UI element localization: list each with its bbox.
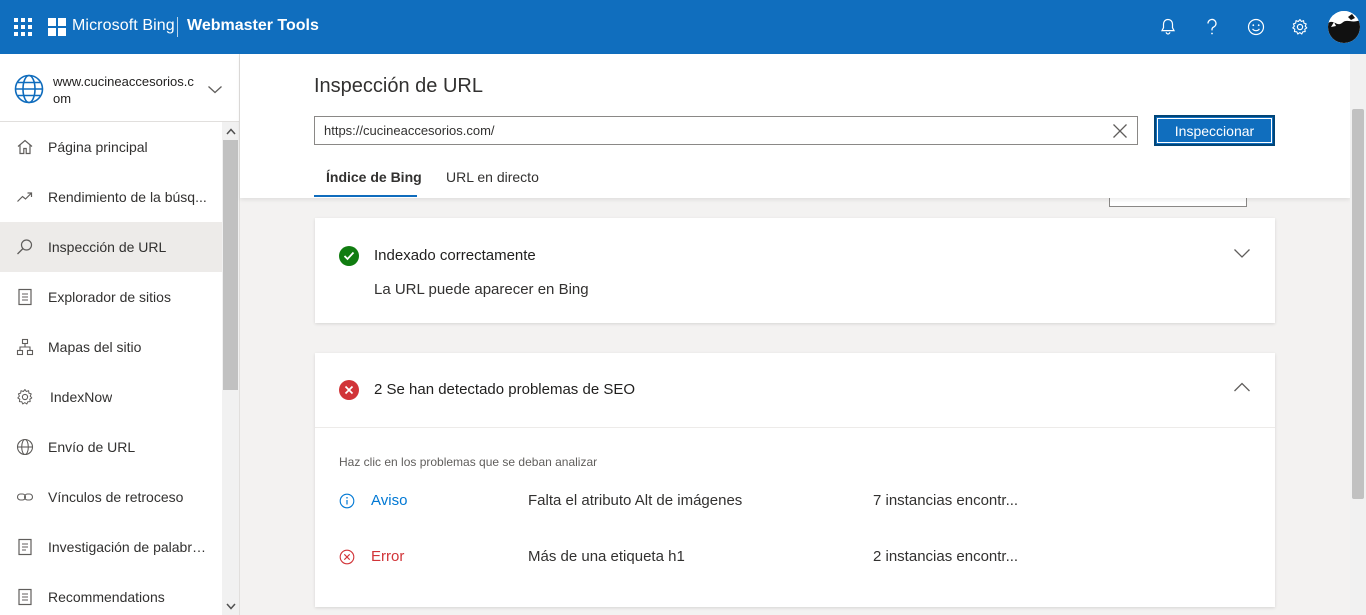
close-icon[interactable] [1110, 121, 1130, 141]
chevron-up-icon[interactable] [1233, 380, 1251, 392]
site-name: www.cucineaccesorios.com [53, 74, 194, 106]
index-status-subtitle: La URL puede aparecer en Bing [374, 281, 589, 298]
main-scrollbar[interactable] [1350, 54, 1366, 615]
sidebar-item-label: Explorador de sitios [48, 289, 171, 305]
inspect-button[interactable]: Inspeccionar [1154, 115, 1275, 146]
sidebar-scrollbar[interactable] [222, 122, 239, 615]
chevron-down-icon[interactable] [1233, 246, 1251, 258]
sidebar-item-label: Inspección de URL [48, 239, 167, 255]
sidebar-item-backlinks[interactable]: Vínculos de retroceso [0, 472, 222, 522]
site-selector[interactable]: www.cucineaccesorios.com [0, 54, 239, 122]
scrollbar-thumb[interactable] [1352, 109, 1364, 499]
home-icon [16, 138, 34, 156]
issue-row[interactable]: Error Más de una etiqueta h1 2 instancia… [315, 546, 1275, 572]
seo-issues-card: 2 Se han detectado problemas de SEO Haz … [315, 353, 1275, 607]
gear-icon [16, 388, 34, 406]
error-icon [339, 549, 355, 565]
card-divider [315, 427, 1275, 428]
link-icon [16, 488, 34, 506]
sidebar-item-sitemaps[interactable]: Mapas del sitio [0, 322, 222, 372]
sidebar-item-site-explorer[interactable]: Explorador de sitios [0, 272, 222, 322]
index-status-title: Indexado correctamente [374, 247, 536, 264]
issue-severity-link[interactable]: Error [371, 548, 404, 565]
issue-count: 2 instancias encontr... [873, 548, 1019, 565]
globe-icon [16, 438, 34, 456]
check-icon [339, 246, 359, 266]
sidebar: www.cucineaccesorios.com Página principa… [0, 54, 240, 615]
info-icon [339, 493, 355, 509]
avatar[interactable] [1328, 11, 1360, 43]
sidebar-item-label: Mapas del sitio [48, 339, 142, 355]
chevron-down-icon[interactable] [207, 82, 223, 94]
smiley-icon[interactable] [1244, 15, 1268, 39]
active-tab-indicator [314, 195, 417, 197]
sidebar-item-label: Rendimiento de la búsq... [48, 189, 207, 205]
sidebar-item-recommendations[interactable]: Recommendations [0, 572, 222, 615]
tab-live-url[interactable]: URL en directo [446, 169, 539, 185]
index-status-card[interactable]: Indexado correctamente La URL puede apar… [315, 218, 1275, 323]
sidebar-item-home[interactable]: Página principal [0, 122, 222, 172]
tab-bing-index[interactable]: Índice de Bing [326, 169, 422, 185]
main-content: Inspección de URL Inspeccionar Índice de… [240, 54, 1366, 615]
globe-icon [14, 74, 44, 104]
document-icon [16, 588, 34, 606]
issue-severity-link[interactable]: Aviso [371, 492, 407, 509]
sidebar-item-indexnow[interactable]: IndexNow [0, 372, 222, 422]
seo-issues-title: 2 Se han detectado problemas de SEO [374, 381, 636, 398]
inspection-header: Inspección de URL Inspeccionar Índice de… [240, 54, 1350, 198]
chevron-down-icon[interactable] [225, 600, 236, 612]
brand-divider [177, 17, 178, 37]
sitemap-icon [16, 338, 34, 356]
help-icon[interactable] [1200, 15, 1224, 39]
nav-list: Página principal Rendimiento de la búsq.… [0, 122, 222, 615]
sidebar-item-label: Envío de URL [48, 439, 136, 455]
sidebar-item-label: IndexNow [50, 389, 113, 405]
product-name[interactable]: Webmaster Tools [187, 17, 319, 35]
sidebar-item-url-submission[interactable]: Envío de URL [0, 422, 222, 472]
error-icon [339, 380, 359, 400]
sidebar-item-keyword-research[interactable]: Investigación de palabra... [0, 522, 222, 572]
chevron-up-icon[interactable] [225, 125, 236, 137]
url-input[interactable] [314, 116, 1138, 145]
top-bar: Microsoft Bing Webmaster Tools [0, 0, 1366, 54]
document-icon [16, 288, 34, 306]
sidebar-item-url-inspection[interactable]: Inspección de URL [0, 222, 222, 272]
sidebar-item-label: Investigación de palabra... [48, 539, 210, 555]
bell-icon[interactable] [1156, 15, 1180, 39]
issue-name: Falta el atributo Alt de imágenes [528, 492, 743, 509]
issue-name: Más de una etiqueta h1 [528, 548, 685, 565]
sidebar-item-label: Página principal [48, 139, 148, 155]
trend-icon [16, 188, 34, 206]
microsoft-logo [48, 18, 66, 36]
sidebar-item-label: Vínculos de retroceso [48, 489, 184, 505]
page-title: Inspección de URL [314, 75, 483, 97]
document-icon [16, 538, 34, 556]
issue-row[interactable]: Aviso Falta el atributo Alt de imágenes … [315, 490, 1275, 516]
brand-name[interactable]: Microsoft Bing [72, 17, 175, 35]
gear-icon[interactable] [1288, 15, 1312, 39]
issues-hint: Haz clic en los problemas que se deban a… [339, 455, 598, 469]
issue-count: 7 instancias encontr... [873, 492, 1019, 509]
waffle-icon[interactable] [14, 18, 32, 36]
sidebar-item-search-performance[interactable]: Rendimiento de la búsq... [0, 172, 222, 222]
sidebar-item-label: Recommendations [48, 589, 165, 605]
scrollbar-thumb[interactable] [223, 140, 238, 390]
search-icon [16, 238, 34, 256]
